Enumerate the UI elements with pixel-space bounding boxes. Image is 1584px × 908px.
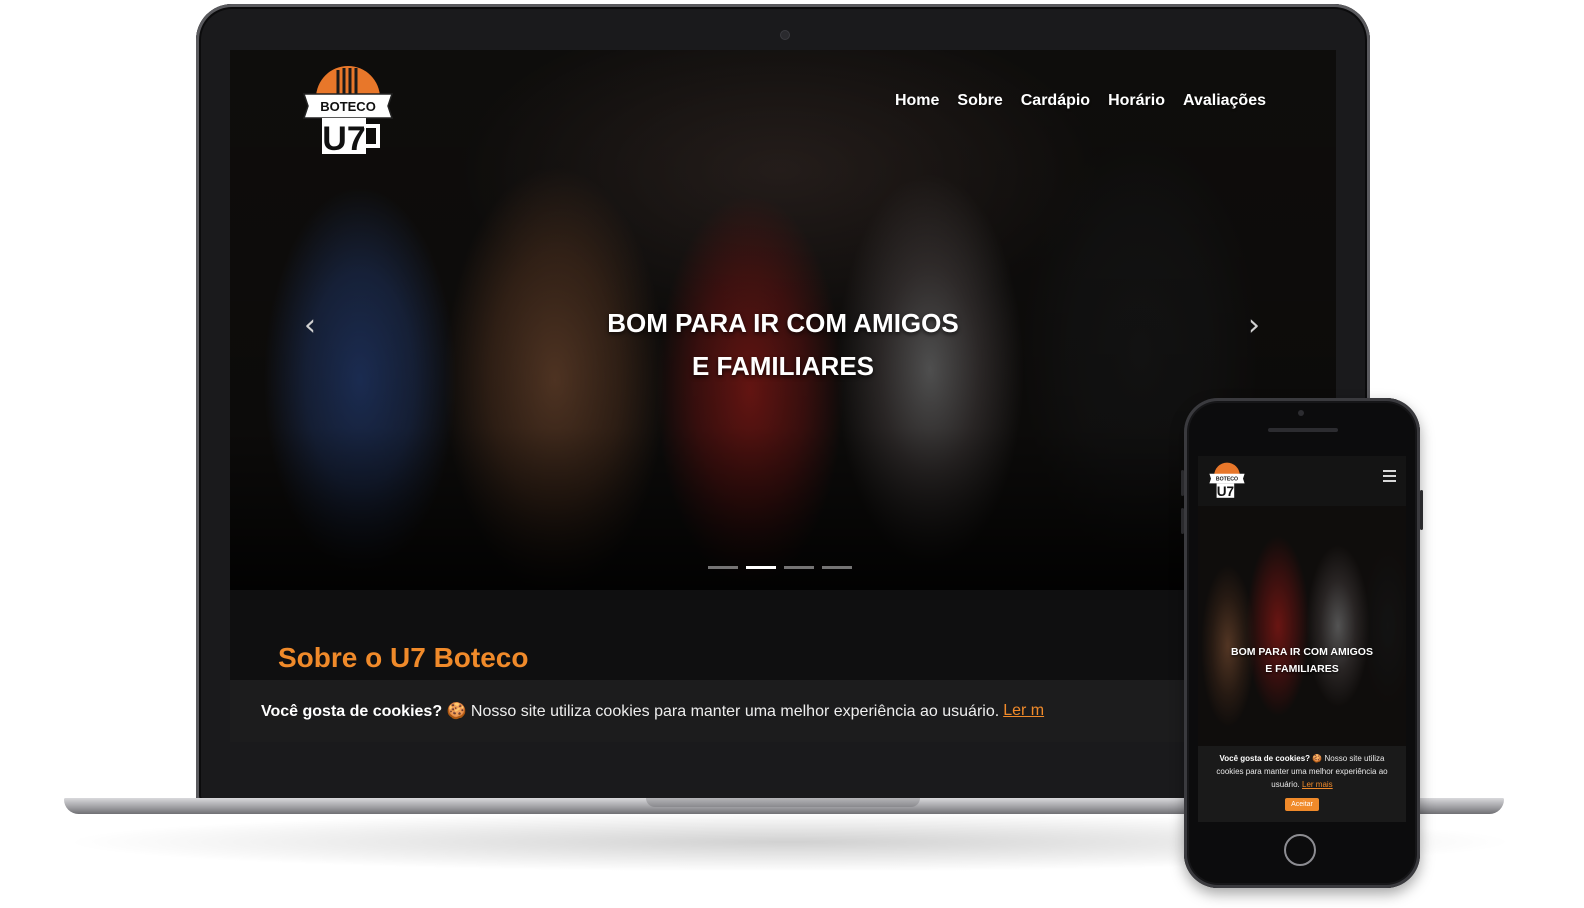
phone-speaker <box>1268 428 1338 432</box>
hero-title: BOM PARA IR COM AMIGOS E FAMILIARES <box>230 302 1336 388</box>
phone-home-button <box>1284 834 1316 866</box>
mobile-cookie-heading: Você gosta de cookies? <box>1219 754 1311 763</box>
hamburger-icon[interactable] <box>1383 470 1396 482</box>
mobile-cookie-banner: Você gosta de cookies? 🍪 Nosso site util… <box>1198 746 1406 822</box>
mobile-hero-title-line1: BOM PARA IR COM AMIGOS <box>1231 646 1373 658</box>
desktop-website: BOTECO U7 Home Sobre Cardápio Horário Av… <box>230 50 1336 742</box>
phone-power-button <box>1420 490 1423 530</box>
svg-text:BOTECO: BOTECO <box>1216 477 1238 483</box>
hero-carousel: BOTECO U7 Home Sobre Cardápio Horário Av… <box>230 50 1336 590</box>
svg-text:U7: U7 <box>322 120 365 156</box>
mobile-hero-title: BOM PARA IR COM AMIGOS E FAMILIARES <box>1198 644 1406 678</box>
cookie-icon: 🍪 <box>446 703 467 720</box>
cookie-message: Você gosta de cookies? 🍪 Nosso site util… <box>261 701 999 721</box>
about-title: Sobre o U7 Boteco <box>278 642 529 673</box>
main-nav: Home Sobre Cardápio Horário Avaliações <box>895 92 1266 110</box>
nav-avaliacoes[interactable]: Avaliações <box>1183 92 1266 110</box>
phone-camera <box>1298 410 1304 416</box>
svg-text:U7: U7 <box>1217 484 1234 499</box>
svg-text:BOTECO: BOTECO <box>320 99 376 114</box>
carousel-indicator-active[interactable] <box>746 566 776 569</box>
cookie-text: Nosso site utiliza cookies para manter u… <box>470 703 1000 720</box>
cookie-heading: Você gosta de cookies? <box>261 703 443 720</box>
cookie-banner: Você gosta de cookies? 🍪 Nosso site util… <box>230 680 1336 742</box>
nav-home[interactable]: Home <box>895 92 939 110</box>
hero-title-line2: E FAMILIARES <box>691 351 874 381</box>
hero-title-line1: BOM PARA IR COM AMIGOS <box>607 308 959 338</box>
nav-sobre[interactable]: Sobre <box>957 92 1002 110</box>
cookie-read-more-link[interactable]: Ler m <box>1003 702 1044 720</box>
laptop-camera <box>780 30 790 40</box>
carousel-indicator[interactable] <box>822 566 852 569</box>
carousel-indicator[interactable] <box>784 566 814 569</box>
cookie-accept-button[interactable]: Aceitar <box>1285 798 1319 811</box>
boteco-u7-logo[interactable]: BOTECO U7 <box>1207 459 1247 499</box>
mobile-website: BOTECO U7 BOM PARA IR COM AMIGOS E FAMIL… <box>1198 456 1406 822</box>
laptop-notch <box>646 798 920 807</box>
nav-horario[interactable]: Horário <box>1108 92 1165 110</box>
mobile-cookie-read-more-link[interactable]: Ler mais <box>1302 780 1333 789</box>
nav-cardapio[interactable]: Cardápio <box>1021 92 1090 110</box>
mobile-hero: BOM PARA IR COM AMIGOS E FAMILIARES <box>1198 506 1406 746</box>
cookie-icon: 🍪 <box>1312 754 1323 763</box>
mobile-cookie-message: Você gosta de cookies? 🍪 Nosso site util… <box>1208 752 1396 791</box>
mobile-hero-overlay <box>1198 506 1406 746</box>
mobile-hero-title-line2: E FAMILIARES <box>1265 663 1339 675</box>
carousel-indicator[interactable] <box>708 566 738 569</box>
phone-side-button <box>1181 470 1184 496</box>
mobile-header: BOTECO U7 <box>1198 456 1406 506</box>
boteco-u7-logo[interactable]: BOTECO U7 <box>298 58 398 156</box>
carousel-indicators <box>708 566 852 569</box>
phone-side-button <box>1181 508 1184 534</box>
